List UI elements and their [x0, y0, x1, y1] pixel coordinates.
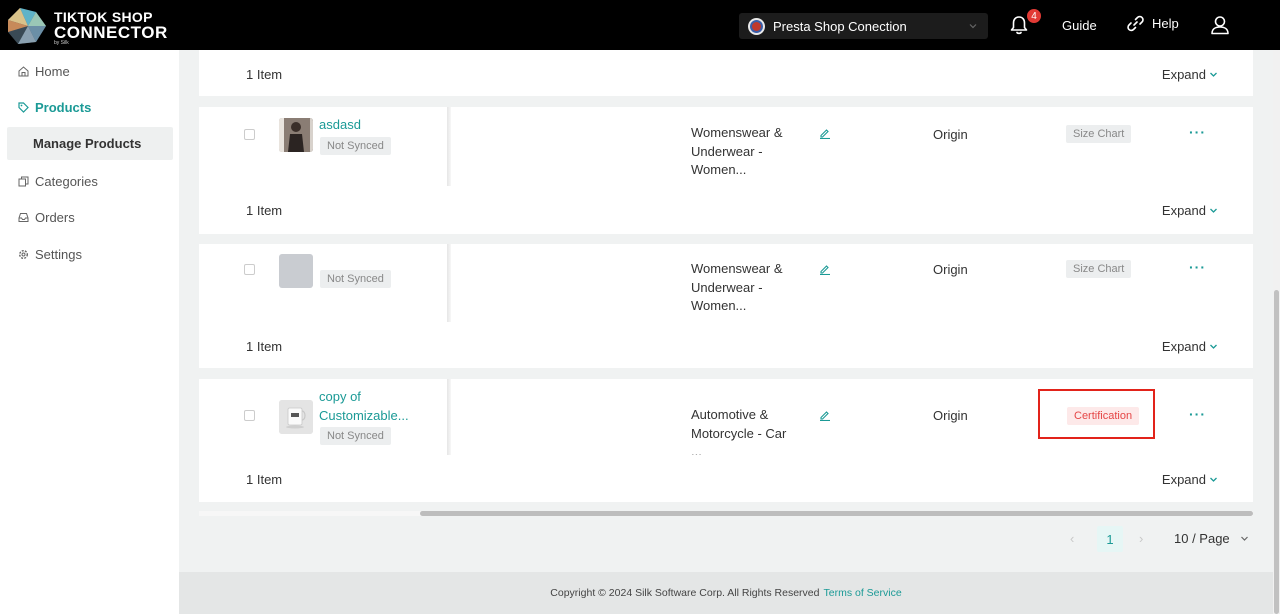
more-actions-button[interactable]: ···	[1189, 259, 1206, 275]
pagination-next-button[interactable]: ›	[1139, 531, 1143, 546]
more-actions-button[interactable]: ···	[1189, 406, 1206, 422]
sidebar-item-products[interactable]: Products	[0, 92, 179, 122]
group-footer: 1 Item Expand	[199, 186, 1253, 234]
page-footer: Copyright © 2024 Silk Software Corp. All…	[179, 572, 1273, 614]
vertical-scrollbar-thumb[interactable]	[1274, 290, 1279, 614]
product-origin: Origin	[933, 408, 968, 423]
notification-count-badge: 4	[1026, 8, 1042, 24]
size-chart-badge[interactable]: Size Chart	[1066, 260, 1132, 278]
product-thumbnail-placeholder	[279, 254, 313, 288]
inbox-icon	[18, 212, 29, 222]
column-divider	[447, 379, 451, 455]
terms-of-service-link[interactable]: Terms of Service	[824, 587, 902, 599]
logo-mark-icon	[8, 8, 46, 44]
sidebar-item-label: Products	[35, 99, 92, 115]
sync-status-badge: Not Synced	[320, 427, 391, 445]
home-icon	[18, 65, 29, 76]
sidebar-item-categories[interactable]: Categories	[0, 166, 179, 196]
product-category: Womenswear & Underwear - Women...	[691, 261, 783, 313]
vertical-scrollbar[interactable]	[1273, 50, 1280, 614]
product-category: Automotive & Motorcycle - Car ...	[691, 407, 787, 459]
sidebar-item-label: Orders	[35, 209, 75, 225]
annotation-highlight-box	[1038, 389, 1155, 439]
sync-status-badge: Not Synced	[320, 137, 391, 155]
help-link[interactable]: Help	[1127, 15, 1179, 32]
link-icon	[1127, 15, 1144, 32]
sidebar-item-label: Settings	[35, 246, 82, 262]
chevron-down-icon	[1210, 208, 1217, 213]
product-category: Womenswear & Underwear - Women...	[691, 125, 783, 177]
shop-selector-dropdown[interactable]: Presta Shop Conection	[739, 13, 988, 39]
expand-toggle[interactable]: Expand	[1162, 67, 1218, 82]
copyright-text: Copyright © 2024 Silk Software Corp. All…	[550, 587, 820, 599]
product-origin: Origin	[933, 262, 968, 277]
expand-label: Expand	[1161, 67, 1206, 82]
logo-tagline: by Silk	[54, 40, 69, 46]
sidebar-item-home[interactable]: Home	[0, 56, 179, 86]
item-count: 1 Item	[246, 472, 283, 487]
product-thumbnail	[279, 400, 313, 434]
pagination-prev-button[interactable]: ‹	[1070, 531, 1074, 546]
edit-icon[interactable]	[819, 263, 831, 275]
copy-icon	[18, 176, 29, 186]
chevron-down-icon	[1210, 344, 1217, 349]
user-avatar-icon[interactable]	[1209, 14, 1231, 36]
size-chart-badge[interactable]: Size Chart	[1066, 125, 1132, 143]
table-row: Not Synced Womenswear & Underwear - Wome…	[199, 244, 1253, 322]
sidebar: Home Products Manage Products Categories…	[0, 50, 179, 614]
guide-link[interactable]: Guide	[1062, 18, 1097, 33]
expand-toggle[interactable]: Expand	[1162, 472, 1218, 487]
logo-text-line2: CONNECTOR	[54, 23, 168, 42]
sidebar-item-settings[interactable]: Settings	[0, 239, 179, 269]
tag-icon	[18, 101, 29, 113]
product-thumbnail	[279, 118, 313, 152]
expand-toggle[interactable]: Expand	[1162, 339, 1218, 354]
product-origin: Origin	[933, 127, 968, 142]
product-name-link[interactable]: asdasd	[319, 115, 361, 134]
chevron-down-icon	[1210, 72, 1217, 77]
edit-icon[interactable]	[819, 409, 831, 421]
chevron-down-icon	[1210, 477, 1217, 482]
expand-label: Expand	[1161, 339, 1206, 354]
item-count: 1 Item	[246, 339, 283, 354]
product-name-link[interactable]: copy of Customizable...	[319, 387, 419, 425]
chevron-down-icon	[969, 24, 977, 29]
sidebar-item-manage-products[interactable]: Manage Products	[7, 127, 173, 160]
group-footer: 1 Item Expand	[199, 455, 1253, 502]
top-header: TIKTOK SHOP CONNECTOR by Silk Presta Sho…	[0, 0, 1280, 50]
group-footer: 1 Item Expand	[199, 50, 1253, 96]
item-count: 1 Item	[246, 67, 283, 82]
logo-text-line1: TIKTOK SHOP	[54, 9, 153, 25]
sidebar-item-label: Categories	[35, 173, 98, 189]
group-footer: 1 Item Expand	[199, 322, 1253, 368]
gear-icon	[19, 249, 28, 259]
help-label: Help	[1152, 16, 1179, 31]
column-divider	[447, 107, 451, 186]
item-count: 1 Item	[246, 203, 283, 218]
sidebar-item-orders[interactable]: Orders	[0, 202, 179, 232]
product-image	[279, 400, 313, 434]
pagination-current-page[interactable]: 1	[1097, 526, 1123, 552]
expand-label: Expand	[1161, 203, 1206, 218]
sync-status-badge: Not Synced	[320, 270, 391, 288]
expand-toggle[interactable]: Expand	[1162, 203, 1218, 218]
shop-icon	[748, 17, 765, 35]
column-divider	[447, 244, 451, 322]
more-actions-button[interactable]: ···	[1189, 124, 1206, 140]
shop-selector-value: Presta Shop Conection	[773, 18, 907, 34]
sidebar-item-label: Home	[35, 63, 70, 79]
row-checkbox[interactable]	[244, 129, 255, 140]
table-row: asdasd Not Synced Womenswear & Underwear…	[199, 107, 1253, 186]
chevron-down-icon	[1240, 536, 1248, 541]
expand-label: Expand	[1161, 472, 1206, 487]
main-content: 1 Item Expand asdasd Not Synced Womenswe…	[179, 50, 1273, 572]
app-logo[interactable]: TIKTOK SHOP CONNECTOR by Silk	[6, 5, 167, 47]
product-image	[279, 118, 313, 152]
horizontal-scrollbar-thumb[interactable]	[420, 511, 1253, 516]
page-size-select[interactable]: 10 / Page	[1174, 531, 1249, 546]
page-size-value: 10 / Page	[1174, 531, 1230, 546]
row-checkbox[interactable]	[244, 264, 255, 275]
edit-icon[interactable]	[819, 127, 831, 139]
row-checkbox[interactable]	[244, 410, 255, 421]
